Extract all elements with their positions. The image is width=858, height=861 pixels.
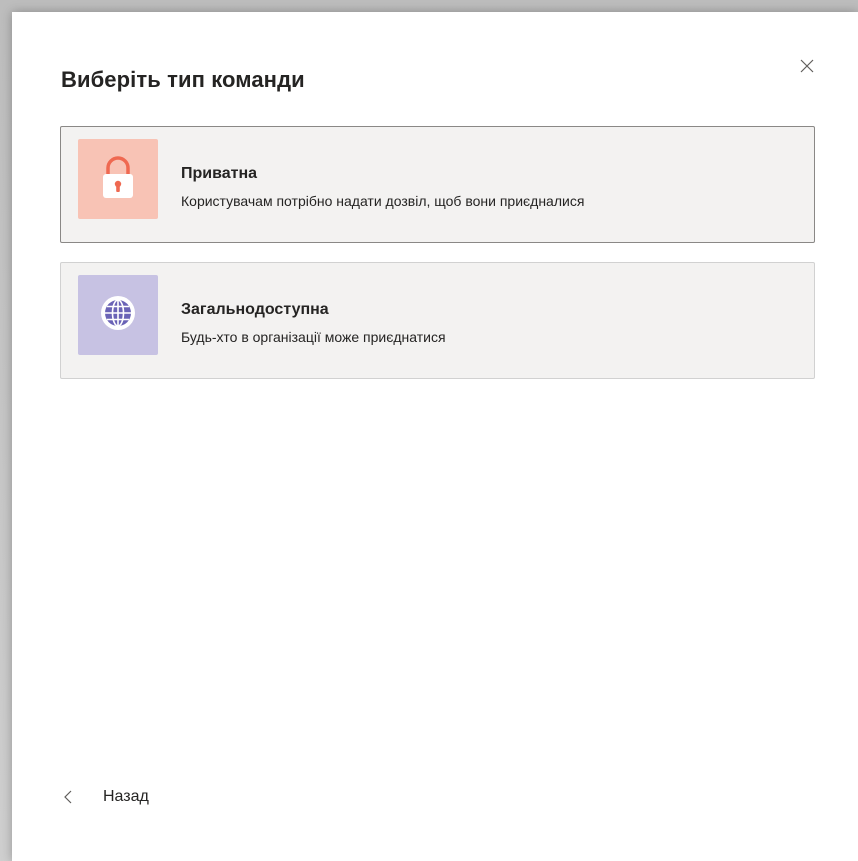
private-option-title: Приватна — [181, 165, 258, 182]
chevron-left-icon — [64, 789, 76, 805]
dialog-title: Виберіть тип команди — [61, 67, 305, 92]
lock-icon — [100, 155, 136, 204]
public-icon-tile — [78, 275, 158, 355]
team-type-private-option[interactable]: Приватна Користувачам потрібно надати до… — [60, 126, 815, 243]
team-type-public-option[interactable]: Загальнодоступна Будь-хто в організації … — [60, 262, 815, 379]
close-icon — [800, 59, 814, 78]
create-team-dialog: Виберіть тип команди Приватна Користувач… — [12, 12, 858, 861]
back-button[interactable]: Назад — [64, 785, 149, 809]
public-option-description: Будь-хто в організації може приєднатися — [181, 329, 446, 345]
back-button-label: Назад — [103, 788, 149, 805]
globe-icon — [100, 295, 136, 336]
public-option-title: Загальнодоступна — [181, 301, 329, 318]
private-option-description: Користувачам потрібно надати дозвіл, щоб… — [181, 193, 585, 209]
private-icon-tile — [78, 139, 158, 219]
close-button[interactable] — [795, 56, 819, 80]
